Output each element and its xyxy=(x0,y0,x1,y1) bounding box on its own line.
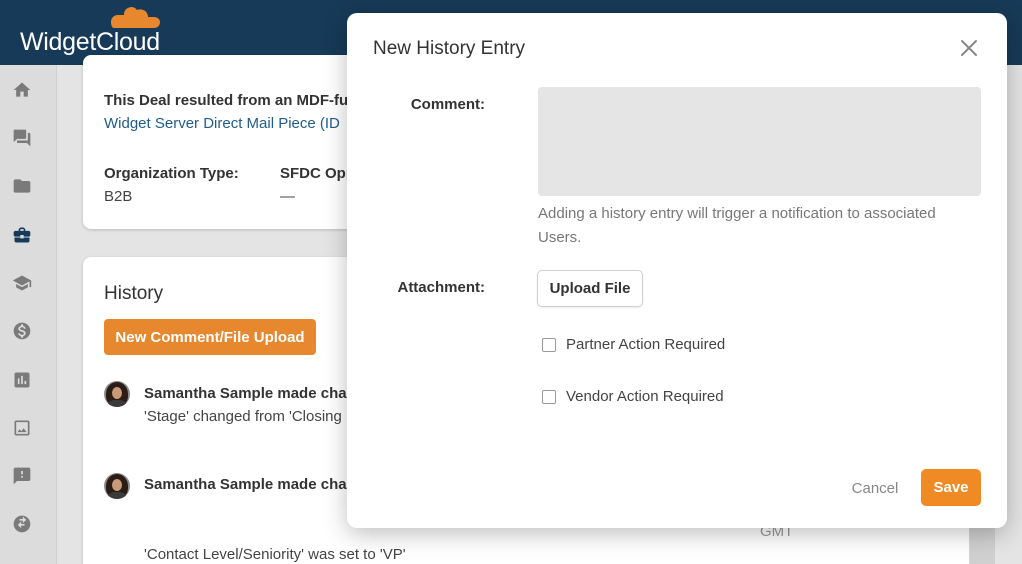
dialog-title: New History Entry xyxy=(373,38,526,59)
upload-file-button[interactable]: Upload File xyxy=(537,270,643,307)
vendor-action-checkbox[interactable] xyxy=(542,389,556,404)
comment-label: Comment: xyxy=(410,96,485,113)
partner-action-row[interactable]: Partner Action Required xyxy=(542,336,725,353)
comment-field[interactable] xyxy=(538,87,981,196)
partner-action-checkbox[interactable] xyxy=(542,337,556,352)
save-button[interactable]: Save xyxy=(921,469,981,506)
close-icon[interactable] xyxy=(959,38,979,58)
partner-action-label: Partner Action Required xyxy=(566,336,726,353)
cancel-button[interactable]: Cancel xyxy=(841,470,909,506)
new-history-entry-dialog: New History Entry Comment: Adding a hist… xyxy=(347,13,1007,528)
help-text: Adding a history entry will trigger a no… xyxy=(538,205,936,246)
vendor-action-label: Vendor Action Required xyxy=(566,388,724,405)
attachment-label: Attachment: xyxy=(397,279,485,296)
vendor-action-row[interactable]: Vendor Action Required xyxy=(542,388,724,405)
